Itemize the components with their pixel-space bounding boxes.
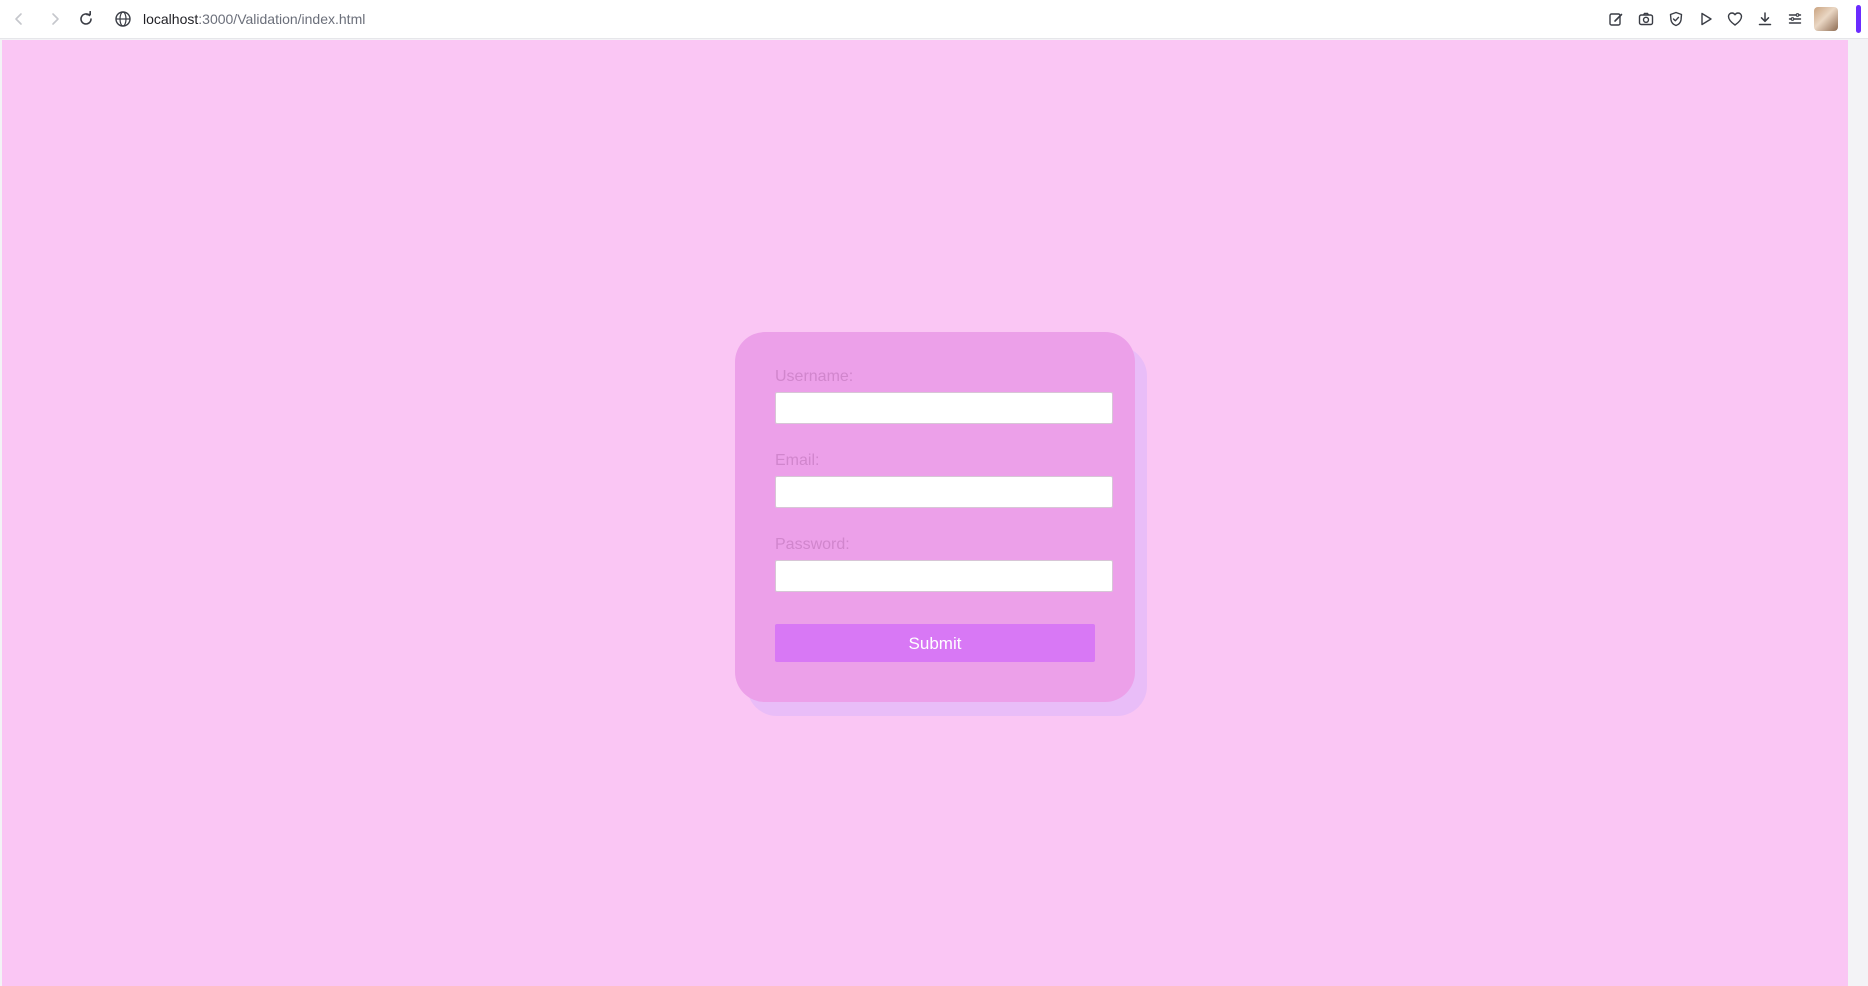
url-path: :3000/Validation/index.html [198, 11, 366, 27]
reload-button[interactable] [75, 8, 97, 30]
arrow-right-icon [47, 11, 63, 27]
camera-icon[interactable] [1636, 9, 1656, 29]
sidebar-accent [1856, 5, 1861, 33]
email-label: Email: [775, 452, 820, 469]
username-input[interactable] [775, 392, 1113, 424]
password-input[interactable] [775, 560, 1113, 592]
menu-icon[interactable] [1785, 9, 1805, 29]
browser-window: localhost:3000/Validation/index.html Use [0, 0, 1868, 986]
shield-check-icon[interactable] [1666, 9, 1686, 29]
url-host: localhost [143, 11, 199, 27]
forward-button[interactable] [44, 8, 66, 30]
browser-toolbar: localhost:3000/Validation/index.html [0, 0, 1868, 39]
address-bar[interactable]: localhost:3000/Validation/index.html [143, 9, 365, 29]
username-label: Username: [775, 368, 854, 385]
password-label: Password: [775, 536, 850, 553]
submit-button[interactable]: Submit [775, 624, 1095, 662]
heart-icon[interactable] [1725, 9, 1745, 29]
download-icon[interactable] [1755, 9, 1775, 29]
globe-icon[interactable] [113, 9, 133, 29]
profile-avatar[interactable] [1814, 7, 1838, 31]
page-viewport: Username: Email: Password: Submit [2, 40, 1848, 986]
play-icon[interactable] [1696, 9, 1716, 29]
email-input[interactable] [775, 476, 1113, 508]
edit-icon[interactable] [1606, 9, 1626, 29]
reload-icon [78, 11, 94, 27]
arrow-left-icon [11, 11, 27, 27]
back-button[interactable] [8, 8, 30, 30]
validation-form: Username: Email: Password: Submit [735, 332, 1135, 702]
